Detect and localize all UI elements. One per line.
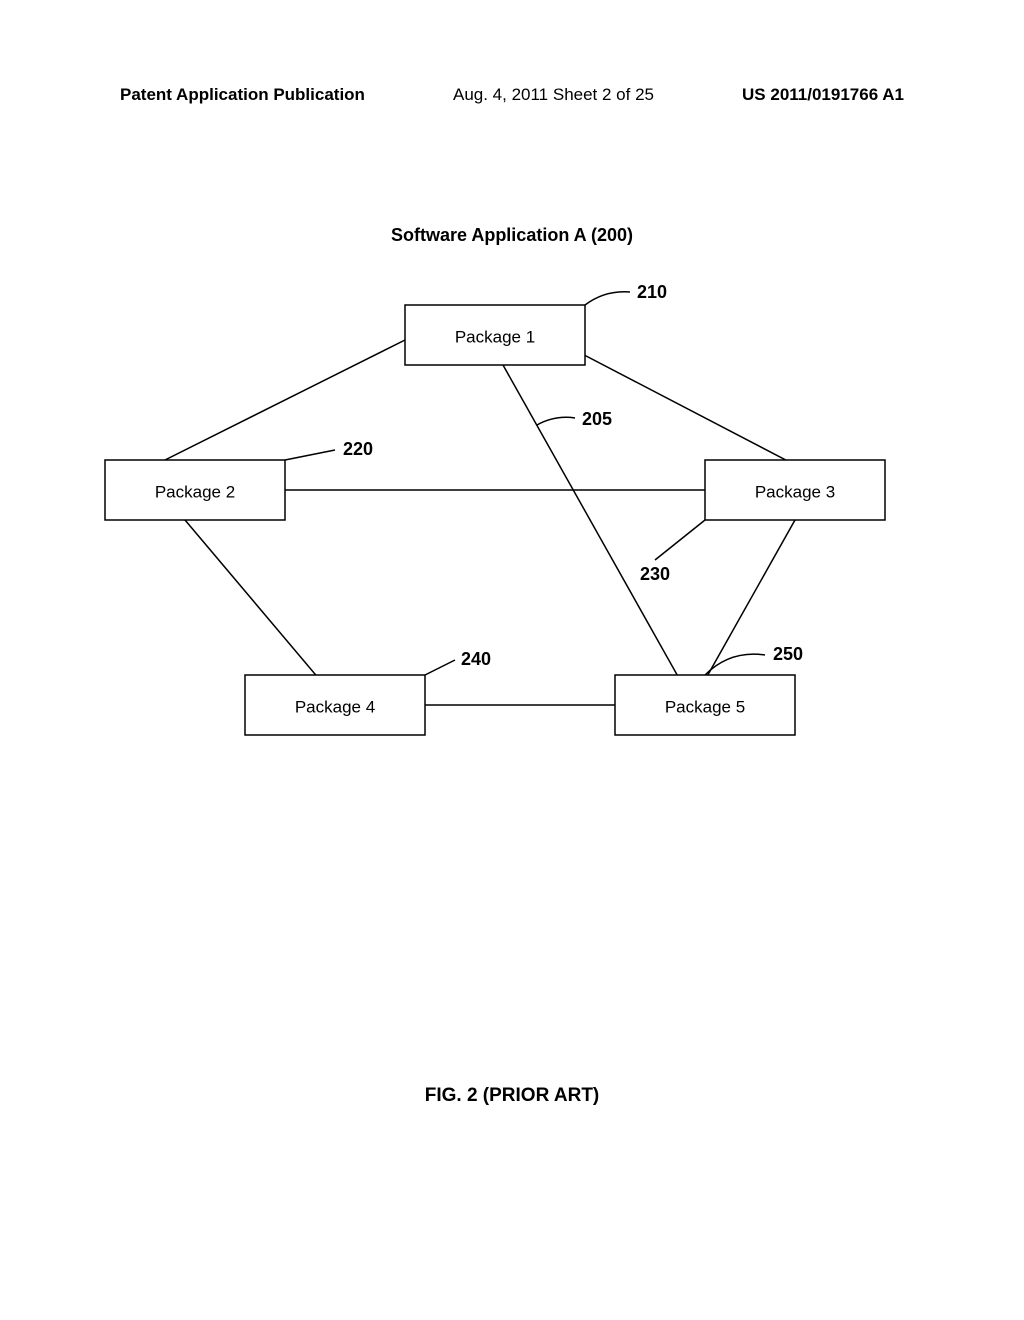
ref-leader-210 — [585, 292, 630, 305]
node-package-3-label: Package 3 — [755, 482, 835, 501]
diagram-svg: Package 1 Package 2 Package 3 Package 4 … — [85, 280, 895, 780]
header-date-sheet: Aug. 4, 2011 Sheet 2 of 25 — [453, 85, 654, 105]
ref-240: 240 — [461, 649, 491, 669]
ref-leader-205 — [537, 417, 575, 425]
ref-leader-230 — [655, 520, 705, 560]
ref-205: 205 — [582, 409, 612, 429]
edge-p1-p3 — [565, 345, 805, 470]
ref-210: 210 — [637, 282, 667, 302]
ref-leader-240 — [425, 660, 455, 675]
node-package-4-label: Package 4 — [295, 697, 375, 716]
node-package-5-label: Package 5 — [665, 697, 745, 716]
node-package-2-label: Package 2 — [155, 482, 235, 501]
ref-220: 220 — [343, 439, 373, 459]
figure-caption: FIG. 2 (PRIOR ART) — [0, 1085, 1024, 1107]
header-pub-number: US 2011/0191766 A1 — [742, 85, 904, 105]
edge-p2-p4 — [185, 520, 320, 680]
header-publication-type: Patent Application Publication — [120, 85, 365, 105]
ref-leader-220 — [285, 450, 335, 460]
ref-230: 230 — [640, 564, 670, 584]
ref-250: 250 — [773, 644, 803, 664]
diagram-title: Software Application A (200) — [0, 225, 1024, 246]
page-header: Patent Application Publication Aug. 4, 2… — [0, 85, 1024, 105]
diagram-container: Package 1 Package 2 Package 3 Package 4 … — [85, 280, 895, 780]
node-package-1-label: Package 1 — [455, 327, 535, 346]
